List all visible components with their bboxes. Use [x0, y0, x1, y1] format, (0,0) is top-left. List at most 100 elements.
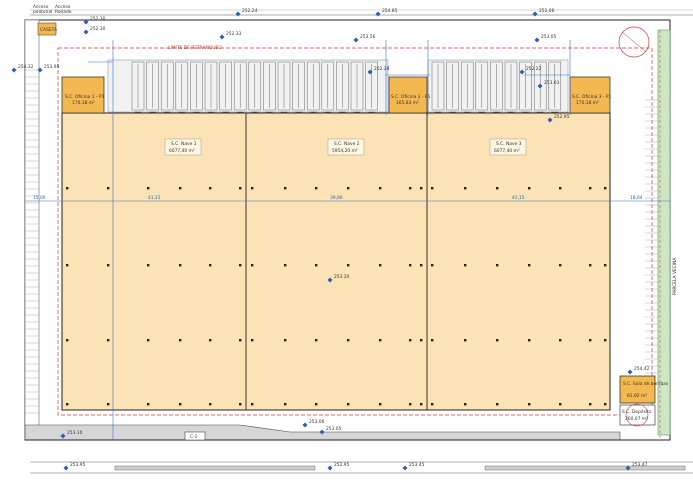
- elevation-marker: [375, 11, 381, 17]
- column: [179, 264, 182, 267]
- column: [464, 264, 467, 267]
- column: [409, 339, 412, 342]
- column: [589, 187, 592, 190]
- nave-2-name: S.C. Nave 2: [334, 141, 360, 147]
- column: [347, 264, 350, 267]
- office-1: S.C. Oficina 1 - P1 170,18 m²: [61, 76, 105, 114]
- column: [409, 187, 412, 190]
- office-3-name: S.C. Oficina 3 - P1: [572, 94, 612, 100]
- column: [464, 403, 467, 406]
- column: [107, 339, 110, 342]
- column: [604, 339, 607, 342]
- elevation-marker: [235, 11, 241, 17]
- column: [251, 339, 254, 342]
- column: [420, 403, 423, 406]
- setback-label: LIMITE DE RETRANQUEO: [168, 45, 222, 51]
- column: [284, 264, 287, 267]
- column: [409, 264, 412, 267]
- column: [559, 264, 562, 267]
- road-code: C-1: [184, 431, 206, 441]
- column: [107, 264, 110, 267]
- turnaround-circle: [618, 26, 650, 58]
- office-1-area: 170,18 m²: [72, 100, 95, 106]
- column: [431, 403, 434, 406]
- office-3-area: 170,18 m²: [576, 100, 599, 106]
- left-parking-strip: [24, 19, 40, 441]
- column: [284, 339, 287, 342]
- nave-3-label: S.C. Nave 3 6077,40 m²: [489, 138, 527, 156]
- column: [251, 264, 254, 267]
- office-2-name: S.C. Oficina 2 - P1: [391, 94, 431, 100]
- column: [347, 403, 350, 406]
- side-parcel-label: PARCELA VECINA: [672, 258, 678, 295]
- deposit-name: S.C. Depósito: [622, 408, 652, 415]
- lower-highway: [30, 461, 693, 474]
- column: [66, 264, 69, 267]
- access-label-1: Acceso peatonal: [33, 4, 52, 15]
- column: [107, 187, 110, 190]
- column: [66, 187, 69, 190]
- nave-1-label: S.C. Nave 1 6077,40 m²: [164, 138, 202, 156]
- elevation-label: 253.20: [334, 274, 350, 280]
- access-label-2: Acceso Rodado: [55, 4, 72, 15]
- elevation-marker: [402, 465, 408, 471]
- elevation-label: 252.95: [554, 114, 570, 120]
- column: [420, 187, 423, 190]
- elevation-marker: [534, 37, 540, 43]
- column: [528, 403, 531, 406]
- column: [528, 339, 531, 342]
- top-road: [30, 9, 693, 16]
- nave-1-name: S.C. Nave 1: [171, 141, 197, 147]
- elevation-label: 252.22: [526, 66, 542, 72]
- bottom-road: [24, 424, 670, 441]
- nave-2-label: S.C. Nave 2 5954,20 m²: [327, 138, 365, 156]
- guardhouse-label: CASETA: [40, 27, 57, 33]
- office-2: S.C. Oficina 2 - P1 165,83 m²: [388, 76, 431, 114]
- column: [209, 264, 212, 267]
- column: [284, 403, 287, 406]
- right-parking-strip: [645, 99, 658, 374]
- elevation-label: 253.10: [67, 430, 83, 436]
- elevation-label: 252.95: [334, 462, 350, 468]
- pump-room-area: 81,92 m²: [627, 393, 647, 399]
- column: [559, 339, 562, 342]
- dim-nave-3: 41,15: [512, 195, 525, 201]
- column: [589, 264, 592, 267]
- column: [147, 403, 150, 406]
- column: [147, 339, 150, 342]
- elevation-marker: [627, 369, 633, 375]
- column: [315, 187, 318, 190]
- elevation-label: 253.56: [360, 34, 376, 40]
- column: [379, 187, 382, 190]
- column: [589, 403, 592, 406]
- column: [179, 187, 182, 190]
- elevation-label: 253.45: [409, 462, 425, 468]
- column: [528, 264, 531, 267]
- column: [496, 339, 499, 342]
- elevation-label: 253.95: [44, 64, 60, 70]
- column: [284, 187, 287, 190]
- dim-right: 18,64: [630, 195, 643, 201]
- column: [66, 339, 69, 342]
- elevation-label: 253.06: [309, 419, 325, 425]
- deposit-area: 360,07 m²: [625, 416, 648, 422]
- column: [315, 339, 318, 342]
- nave-3-name: S.C. Nave 3: [496, 141, 522, 147]
- column: [347, 187, 350, 190]
- elevation-label: 254.42: [634, 366, 650, 372]
- column: [239, 187, 242, 190]
- elevation-label: 253.47: [632, 462, 648, 468]
- elevation-label: 252.06: [539, 8, 555, 14]
- column: [251, 403, 254, 406]
- column: [209, 187, 212, 190]
- elevation-marker: [532, 11, 538, 17]
- dim-nave-2: 39,80: [330, 195, 343, 201]
- column: [179, 339, 182, 342]
- elevation-label: 252.30: [90, 26, 106, 32]
- column: [347, 339, 350, 342]
- dim-nave-1: 41,15: [148, 195, 161, 201]
- column: [239, 339, 242, 342]
- column: [604, 187, 607, 190]
- elevation-marker: [327, 465, 333, 471]
- column: [496, 264, 499, 267]
